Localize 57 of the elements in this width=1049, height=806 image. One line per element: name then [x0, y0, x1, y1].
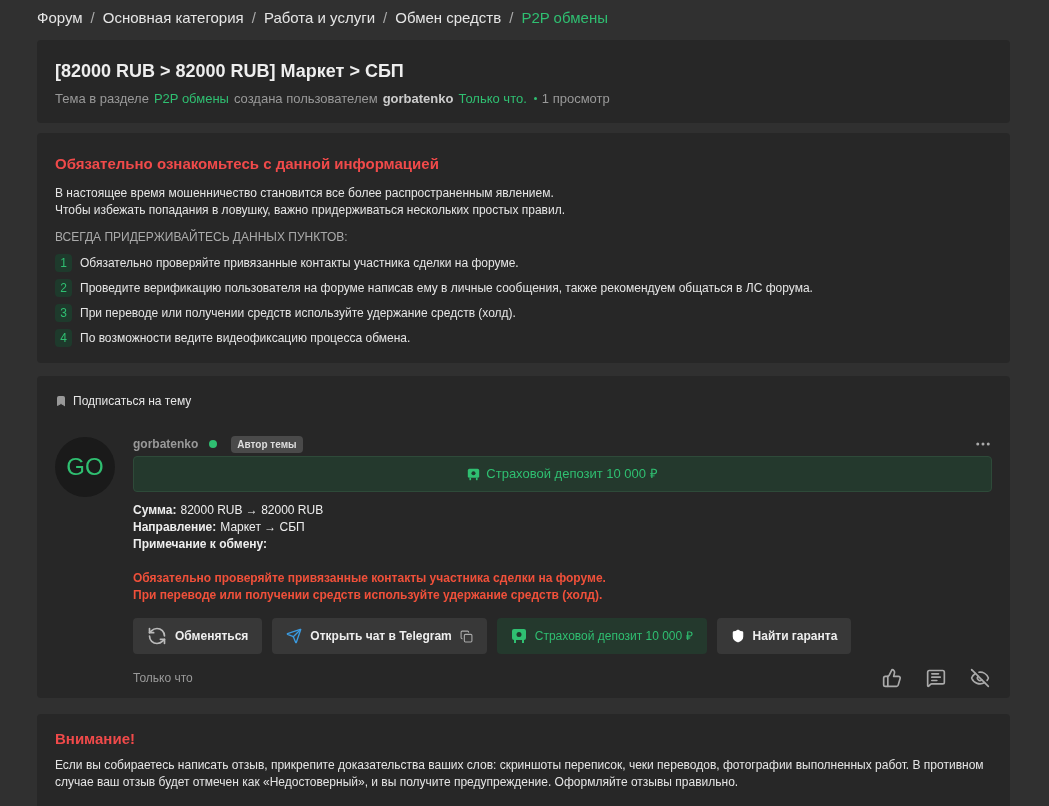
- rule-text: По возможности ведите видеофиксацию процесса обмена.: [80, 330, 411, 347]
- bookmark-icon: [55, 395, 67, 407]
- exchange-icon: [147, 626, 167, 646]
- breadcrumb-link[interactable]: Работа и услуги: [263, 6, 376, 30]
- paper-plane-icon: [286, 628, 303, 644]
- field-label: Сумма:: [133, 502, 177, 519]
- meta-text: Тема в разделе: [55, 90, 149, 108]
- breadcrumb-separator: /: [90, 7, 95, 28]
- breadcrumb-separator: /: [383, 7, 388, 28]
- field-label: Примечание к обмену:: [133, 536, 268, 553]
- reply-icon[interactable]: [926, 668, 946, 688]
- rule-number: 4: [55, 329, 72, 347]
- shield-icon: [730, 629, 745, 643]
- breadcrumb-separator: /: [509, 7, 514, 28]
- rule-text: При переводе или получении средств используйте удержание средств (холд).: [80, 305, 516, 322]
- exchange-button[interactable]: Обменяться: [133, 618, 263, 654]
- view-count: 1 просмотр: [541, 90, 610, 108]
- breadcrumb-link[interactable]: Основная категория: [102, 6, 244, 30]
- author-name[interactable]: gorbatenko: [133, 435, 199, 453]
- breadcrumb-link[interactable]: Форум: [37, 6, 83, 30]
- hide-icon[interactable]: [970, 668, 990, 688]
- thread-title: [82000 RUB > 82000 RUB] Маркет > СБП: [55, 60, 405, 83]
- meta-link[interactable]: Только что.: [458, 89, 527, 109]
- warning-text: При переводе или получении средств используйте удержание средств (холд).: [133, 587, 604, 604]
- attention-title: Внимание!: [55, 729, 136, 749]
- safe-icon: [510, 628, 527, 644]
- avatar: GO: [55, 437, 115, 497]
- field-label: Направление:: [133, 519, 217, 536]
- notice-line: В настоящее время мошенничество становится все более распространенным явлением.: [55, 185, 555, 202]
- safe-icon: [467, 467, 481, 481]
- rule-number: 1: [55, 254, 72, 272]
- like-icon[interactable]: [882, 668, 902, 688]
- rule-text: Проведите верификацию пользователя на форуме написав ему в личные сообщения, также рекомендуем общаться в ЛС форума.: [80, 280, 813, 297]
- notice-title: Обязательно ознакомьтесь с данной информацией: [55, 153, 440, 174]
- subscribe-link[interactable]: Подписаться на тему: [55, 392, 992, 410]
- field-value: Маркет → СБП: [220, 519, 305, 536]
- author-badge: Автор темы: [231, 435, 303, 453]
- find-guarantor-button[interactable]: Найти гаранта: [716, 618, 852, 654]
- breadcrumb-separator: /: [251, 7, 256, 28]
- meta-link[interactable]: P2P обмены: [153, 89, 229, 109]
- notice-line: Чтобы избежать попадания в ловушку, важно придерживаться нескольких простых правил.: [55, 202, 566, 219]
- field-value: 82000 RUB → 82000 RUB: [180, 502, 324, 519]
- post-time: Только что: [133, 670, 193, 687]
- rule-number: 3: [55, 304, 72, 322]
- warning-text: Обязательно проверяйте привязанные контакты участника сделки на форуме.: [133, 570, 607, 587]
- username-link[interactable]: gorbatenko: [382, 89, 454, 109]
- telegram-chat-button[interactable]: Открыть чат в Telegram: [272, 618, 487, 654]
- deposit-text: Страховой депозит 10 000 ₽: [486, 465, 658, 484]
- breadcrumb-link[interactable]: P2P обмены: [521, 6, 608, 30]
- copy-icon: [459, 629, 473, 643]
- deposit-button[interactable]: Страховой депозит 10 000 ₽: [496, 618, 707, 654]
- rule-text: Обязательно проверяйте привязанные контакты участника сделки на форуме.: [80, 255, 519, 272]
- meta-text: создана пользователем: [233, 90, 378, 108]
- rules-heading: ВСЕГДА ПРИДЕРЖИВАЙТЕСЬ ДАННЫХ ПУНКТОВ:: [55, 228, 349, 246]
- breadcrumb-link[interactable]: Обмен средств: [395, 6, 502, 30]
- rule-number: 2: [55, 279, 72, 297]
- attention-text: Если вы собираетесь написать отзыв, прикрепите доказательства ваших слов: скриншоты переписок, чеки переводов, фотографии выполненных работ. В противном случае ваш отзыв будет отмечен как «Недостоверный», и вы получите предупреждение. Оформляйте отзывы правильно.: [55, 756, 985, 791]
